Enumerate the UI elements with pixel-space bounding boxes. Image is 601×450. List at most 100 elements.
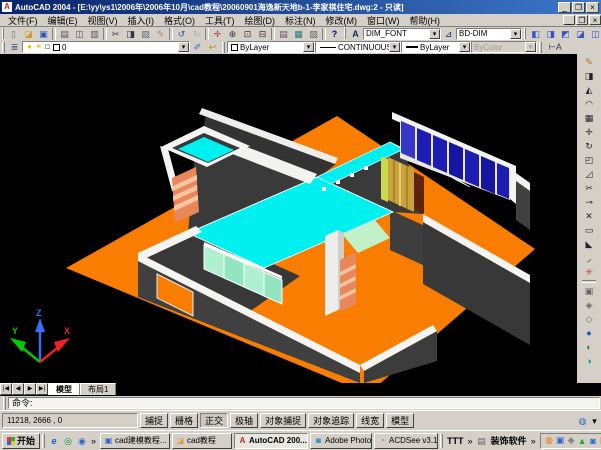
doc-minimize-button[interactable]: _	[563, 15, 575, 25]
chevron-down-icon[interactable]: ▾	[178, 42, 189, 52]
lock-icon[interactable]: ◘	[43, 42, 52, 52]
quicklaunch-chevron-icon[interactable]: »	[91, 436, 96, 446]
toolbar-grip[interactable]	[2, 28, 4, 39]
dim-style-icon[interactable]: ⊿	[441, 28, 456, 40]
taskbar-task-acdsee[interactable]: ◔ ACDSee v3.1...	[374, 433, 438, 449]
hide-icon[interactable]: ◈	[581, 298, 597, 312]
taskbar-task-cad-modeling[interactable]: ▣ cad建模教程...	[100, 433, 170, 449]
menu-dimension[interactable]: 标注(N)	[280, 14, 321, 27]
shaded-sphere-icon[interactable]: ◐	[581, 340, 597, 354]
shade-hidden-icon[interactable]: ◩	[558, 28, 573, 40]
toolbar-grip[interactable]	[2, 42, 5, 53]
menu-format[interactable]: 格式(O)	[159, 14, 200, 27]
color-combo[interactable]: ByLayer ▾	[227, 41, 315, 53]
snap-toggle[interactable]: 捕捉	[140, 413, 168, 428]
tab-layout1[interactable]: 布局1	[80, 383, 116, 395]
offset-icon[interactable]: ◠	[581, 97, 597, 111]
command-input[interactable]: 命令:	[8, 397, 600, 409]
restore-button[interactable]: ❐	[572, 2, 585, 13]
taskbar-task-cad-tutorial[interactable]: ◪ cad教程	[172, 433, 232, 449]
taskbar-grip[interactable]	[440, 434, 443, 448]
tray-volume-icon[interactable]: ◆	[566, 435, 577, 446]
mirror-icon[interactable]: ◭	[581, 83, 597, 97]
chamfer-icon[interactable]: ◣	[581, 237, 597, 251]
zoom-realtime-icon[interactable]: ⊕	[225, 28, 240, 40]
quicklaunch-media-icon[interactable]: ◉	[75, 434, 89, 448]
fillet-icon[interactable]: ◞	[581, 251, 597, 265]
zoom-window-icon[interactable]: ⊡	[240, 28, 255, 40]
toolbar-grip[interactable]	[524, 28, 526, 39]
shade-flat-icon[interactable]: ◪	[573, 28, 588, 40]
properties-icon[interactable]: ▤	[276, 28, 291, 40]
new-icon[interactable]: ▯	[6, 28, 21, 40]
copy-icon[interactable]: ◨	[123, 28, 138, 40]
tray-app-icon[interactable]: ▣	[555, 435, 566, 446]
shade-box-icon[interactable]: ◇	[581, 312, 597, 326]
menu-view[interactable]: 视图(V)	[83, 14, 123, 27]
move-icon[interactable]: ✛	[581, 125, 597, 139]
paste-icon[interactable]: ▧	[138, 28, 153, 40]
toolbar-grid-icon[interactable]: ▤	[475, 434, 489, 448]
chevron-down-icon[interactable]: ▾	[429, 29, 440, 39]
start-button[interactable]: 开始	[2, 433, 40, 449]
sun-icon[interactable]: ☀	[34, 42, 43, 52]
status-menu-arrow-icon[interactable]: ▾	[590, 415, 599, 427]
array-icon[interactable]: ▦	[581, 111, 597, 125]
copy-object-icon[interactable]: ◨	[581, 69, 597, 83]
scale-icon[interactable]: ◰	[581, 153, 597, 167]
decor-chevron-icon[interactable]: »	[531, 436, 536, 446]
close-button[interactable]: ×	[586, 2, 599, 13]
menu-tools[interactable]: 工具(T)	[200, 14, 240, 27]
bulb-icon[interactable]: ●	[25, 42, 34, 52]
taskbar-task-photoshop[interactable]: ◙ Adobe Photo...	[310, 433, 372, 449]
communication-center-icon[interactable]: ◍	[575, 415, 590, 427]
taskbar-task-autocad[interactable]: A AutoCAD 200...	[234, 433, 308, 449]
chevron-down-icon[interactable]: ▾	[510, 29, 521, 39]
dim-linear-fragment-icon[interactable]: ⊢A	[544, 41, 566, 53]
redo-icon[interactable]: ↻	[189, 28, 204, 40]
stretch-icon[interactable]: ◿	[581, 167, 597, 181]
toolbar-grip[interactable]	[539, 42, 542, 53]
plot-preview-icon[interactable]: ◫	[72, 28, 87, 40]
osnap-toggle[interactable]: 对象捕捉	[260, 413, 306, 428]
tab-first-icon[interactable]: |◀	[0, 383, 12, 395]
designcenter-icon[interactable]: ▦	[291, 28, 306, 40]
explode-icon[interactable]: ✳	[581, 265, 597, 279]
zoom-previous-icon[interactable]: ⊟	[255, 28, 270, 40]
extend-icon[interactable]: ⊸	[581, 195, 597, 209]
otrack-toggle[interactable]: 对象追踪	[308, 413, 354, 428]
doc-close-button[interactable]: ×	[589, 15, 601, 25]
undo-icon[interactable]: ↺	[174, 28, 189, 40]
join-icon[interactable]: ▭	[581, 223, 597, 237]
title-bar[interactable]: A AutoCAD 2004 - [E:\yy\ys1\2006年\2006年1…	[0, 0, 601, 14]
shade-3d-wireframe-icon[interactable]: ◨	[543, 28, 558, 40]
tab-model[interactable]: 模型	[48, 383, 80, 395]
toolbar-grip[interactable]	[344, 28, 346, 39]
command-window-grip[interactable]	[3, 396, 6, 410]
ttt-chevron-icon[interactable]: »	[468, 436, 473, 446]
tray-messenger-icon[interactable]: ◍	[544, 435, 555, 446]
chevron-down-icon[interactable]: ▾	[389, 42, 400, 52]
polar-toggle[interactable]: 极轴	[230, 413, 258, 428]
quicklaunch-desktop-icon[interactable]: ◎	[61, 434, 75, 448]
minimize-button[interactable]: _	[558, 2, 571, 13]
lineweight-combo[interactable]: ByLayer ▾	[401, 41, 471, 53]
chevron-down-icon[interactable]: ▾	[303, 42, 314, 52]
orbit-sphere-icon[interactable]: ●	[581, 326, 597, 340]
menu-edit[interactable]: 编辑(E)	[43, 14, 83, 27]
menu-file[interactable]: 文件(F)	[3, 14, 43, 27]
menu-window[interactable]: 窗口(W)	[362, 14, 405, 27]
gouraud-sphere-icon[interactable]: ◑	[581, 354, 597, 368]
open-icon[interactable]: ◪	[21, 28, 36, 40]
render-icon[interactable]: ▣	[581, 284, 597, 298]
toolbar-grip[interactable]	[222, 42, 225, 53]
tab-next-icon[interactable]: ▶	[24, 383, 36, 395]
tray-update-icon[interactable]: ▲	[577, 436, 588, 446]
shade-gouraud-icon[interactable]: ◫	[588, 28, 601, 40]
tool-palettes-icon[interactable]: ▨	[306, 28, 321, 40]
plot-icon[interactable]: ▤	[57, 28, 72, 40]
pan-icon[interactable]: ✛	[210, 28, 225, 40]
model-space-toggle[interactable]: 模型	[386, 413, 414, 428]
menu-draw[interactable]: 绘图(D)	[240, 14, 281, 27]
taskbar-toolbar-decor[interactable]: 装饰软件	[491, 434, 527, 447]
